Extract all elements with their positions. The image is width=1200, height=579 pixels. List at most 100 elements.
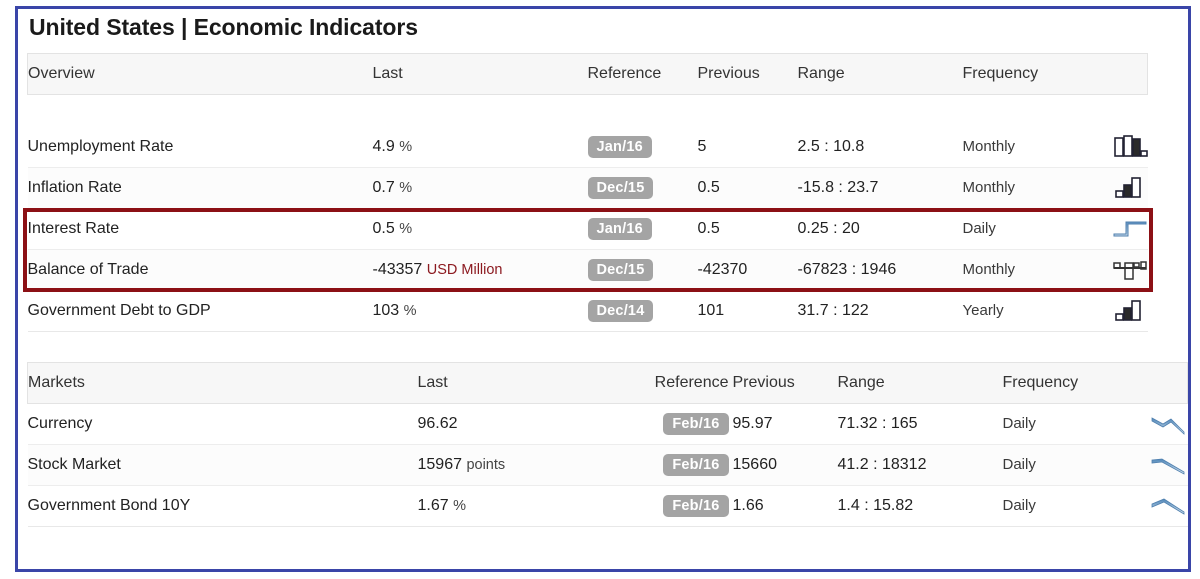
row-reference: Jan/16 [587,126,698,168]
table-row[interactable]: Interest Rate 0.5 % Jan/16 0.5 0.25 : 20 Dail… [27,208,1148,250]
row-unit: points [466,457,506,473]
overview-header-last[interactable]: Last [372,53,588,95]
row-frequency: Yearly [962,290,1078,332]
table-row[interactable]: Currency 96.62 Feb/16 95.97 71.32 : 165 Daily [27,403,1188,445]
row-frequency: Daily [1002,485,1118,527]
row-frequency: Monthly [962,167,1078,209]
row-previous: 0.5 [697,167,798,209]
row-frequency: Monthly [962,126,1078,168]
row-previous: 0.5 [697,208,798,250]
row-previous: 95.97 [732,403,838,445]
page-title: United States | Economic Indicators [29,14,418,40]
row-label[interactable]: Unemployment Rate [27,126,373,168]
reference-badge: Feb/16 [663,453,729,477]
row-previous: -42370 [697,249,798,291]
row-reference: Dec/14 [587,290,698,332]
row-label[interactable]: Stock Market [27,444,418,486]
overview-section: Overview Last Reference Previous Range F… [22,53,1157,332]
row-reference: Feb/16 [632,403,733,445]
bar-chart-rising-icon[interactable] [1077,167,1148,209]
markets-header-name[interactable]: Markets [27,362,418,404]
row-previous: 15660 [732,444,838,486]
markets-header-previous[interactable]: Previous [732,362,838,404]
overview-body: Unemployment Rate 4.9 % Jan/16 5 2.5 : 10.8 M… [27,126,1148,332]
row-frequency: Daily [1002,403,1118,445]
overview-header-chart [1077,53,1148,95]
overview-spacer-row [27,94,1148,127]
table-row[interactable]: Stock Market 15967 points Feb/16 15660 41.2 … [27,444,1188,486]
bar-chart-icon[interactable] [1077,126,1148,168]
row-unit: % [399,138,413,155]
overview-header-range[interactable]: Range [797,53,963,95]
row-range: 1.4 : 15.82 [837,485,1003,527]
markets-header-range[interactable]: Range [837,362,1003,404]
overview-table: Overview Last Reference Previous Range F… [27,53,1148,332]
markets-section: Markets Last Reference Previous Range Fr… [27,362,1188,527]
row-last-value: 103 % [372,290,588,332]
overview-header-frequency[interactable]: Frequency [962,53,1078,95]
row-unit: % [399,180,413,196]
markets-header-reference[interactable]: Reference [632,362,733,404]
markets-header-frequency[interactable]: Frequency [1002,362,1118,404]
row-unit: % [403,303,417,319]
row-range: 71.32 : 165 [837,403,1003,445]
row-unit: % [453,498,466,514]
row-label[interactable]: Currency [27,403,418,445]
row-label[interactable]: Government Debt to GDP [27,290,373,332]
row-previous: 1.66 [732,485,838,527]
overview-header-name[interactable]: Overview [27,53,373,95]
row-range: 0.25 : 20 [797,208,963,250]
table-row[interactable]: Government Bond 10Y 1.67 % Feb/16 1.66 1.4 :… [27,485,1188,527]
row-unit: USD Million [426,262,503,278]
row-reference: Dec/15 [587,167,698,209]
row-reference: Jan/16 [587,208,698,250]
sparkline-decline-icon[interactable] [1117,444,1188,486]
table-row[interactable]: Government Debt to GDP 103 % Dec/14 101 31.7… [27,290,1148,332]
row-previous: 5 [697,126,798,168]
row-last-value: 15967 points [417,444,633,486]
row-reference: Feb/16 [632,444,733,486]
row-range: -15.8 : 23.7 [797,167,963,209]
overview-header-previous[interactable]: Previous [697,53,798,95]
row-label[interactable]: Interest Rate [27,208,373,250]
step-line-icon[interactable] [1077,208,1148,250]
reference-badge: Jan/16 [587,135,652,158]
table-row[interactable]: Inflation Rate 0.7 % Dec/15 0.5 -15.8 : 23.7… [27,167,1148,209]
reference-badge: Feb/16 [663,412,729,436]
reference-badge: Dec/15 [587,176,654,200]
row-label[interactable]: Inflation Rate [27,167,373,209]
reference-badge: Feb/16 [663,494,729,518]
markets-header-chart [1117,362,1188,404]
bar-chart-rising-icon[interactable] [1077,290,1148,332]
markets-header-last[interactable]: Last [417,362,633,404]
table-row[interactable]: Unemployment Rate 4.9 % Jan/16 5 2.5 : 10.8 M… [27,126,1148,168]
markets-header-row: Markets Last Reference Previous Range Fr… [27,362,1188,404]
row-label[interactable]: Balance of Trade [27,249,373,291]
row-frequency: Daily [1002,444,1118,486]
reference-badge: Dec/14 [587,299,654,323]
section-divider [27,332,1157,362]
screenshot-root: United States | Economic Indicators Over… [0,0,1200,579]
table-row[interactable]: Balance of Trade -43357 USD Million Dec/15… [27,249,1148,291]
markets-table: Markets Last Reference Previous Range Fr… [27,362,1188,527]
row-frequency: Monthly [962,249,1078,291]
reference-badge: Dec/15 [587,258,654,282]
row-range: 41.2 : 18312 [837,444,1003,486]
reference-badge: Jan/16 [587,217,652,241]
row-range: 2.5 : 10.8 [797,126,963,168]
row-last-value: -43357 USD Million [372,249,588,291]
overview-header-row: Overview Last Reference Previous Range F… [27,53,1148,95]
sparkline-down-icon[interactable] [1117,403,1188,445]
row-reference: Dec/15 [587,249,698,291]
negative-bar-chart-icon[interactable] [1077,249,1148,291]
row-last-value: 0.5 % [372,208,588,250]
overview-header-reference[interactable]: Reference [587,53,698,95]
row-last-value: 0.7 % [372,167,588,209]
sparkline-arch-icon[interactable] [1117,485,1188,527]
row-previous: 101 [697,290,798,332]
row-label[interactable]: Government Bond 10Y [27,485,418,527]
row-last-value: 4.9 % [372,126,588,168]
markets-body: Currency 96.62 Feb/16 95.97 71.32 : 165 Daily… [27,403,1188,527]
row-last-value: 96.62 [417,403,633,445]
row-range: 31.7 : 122 [797,290,963,332]
